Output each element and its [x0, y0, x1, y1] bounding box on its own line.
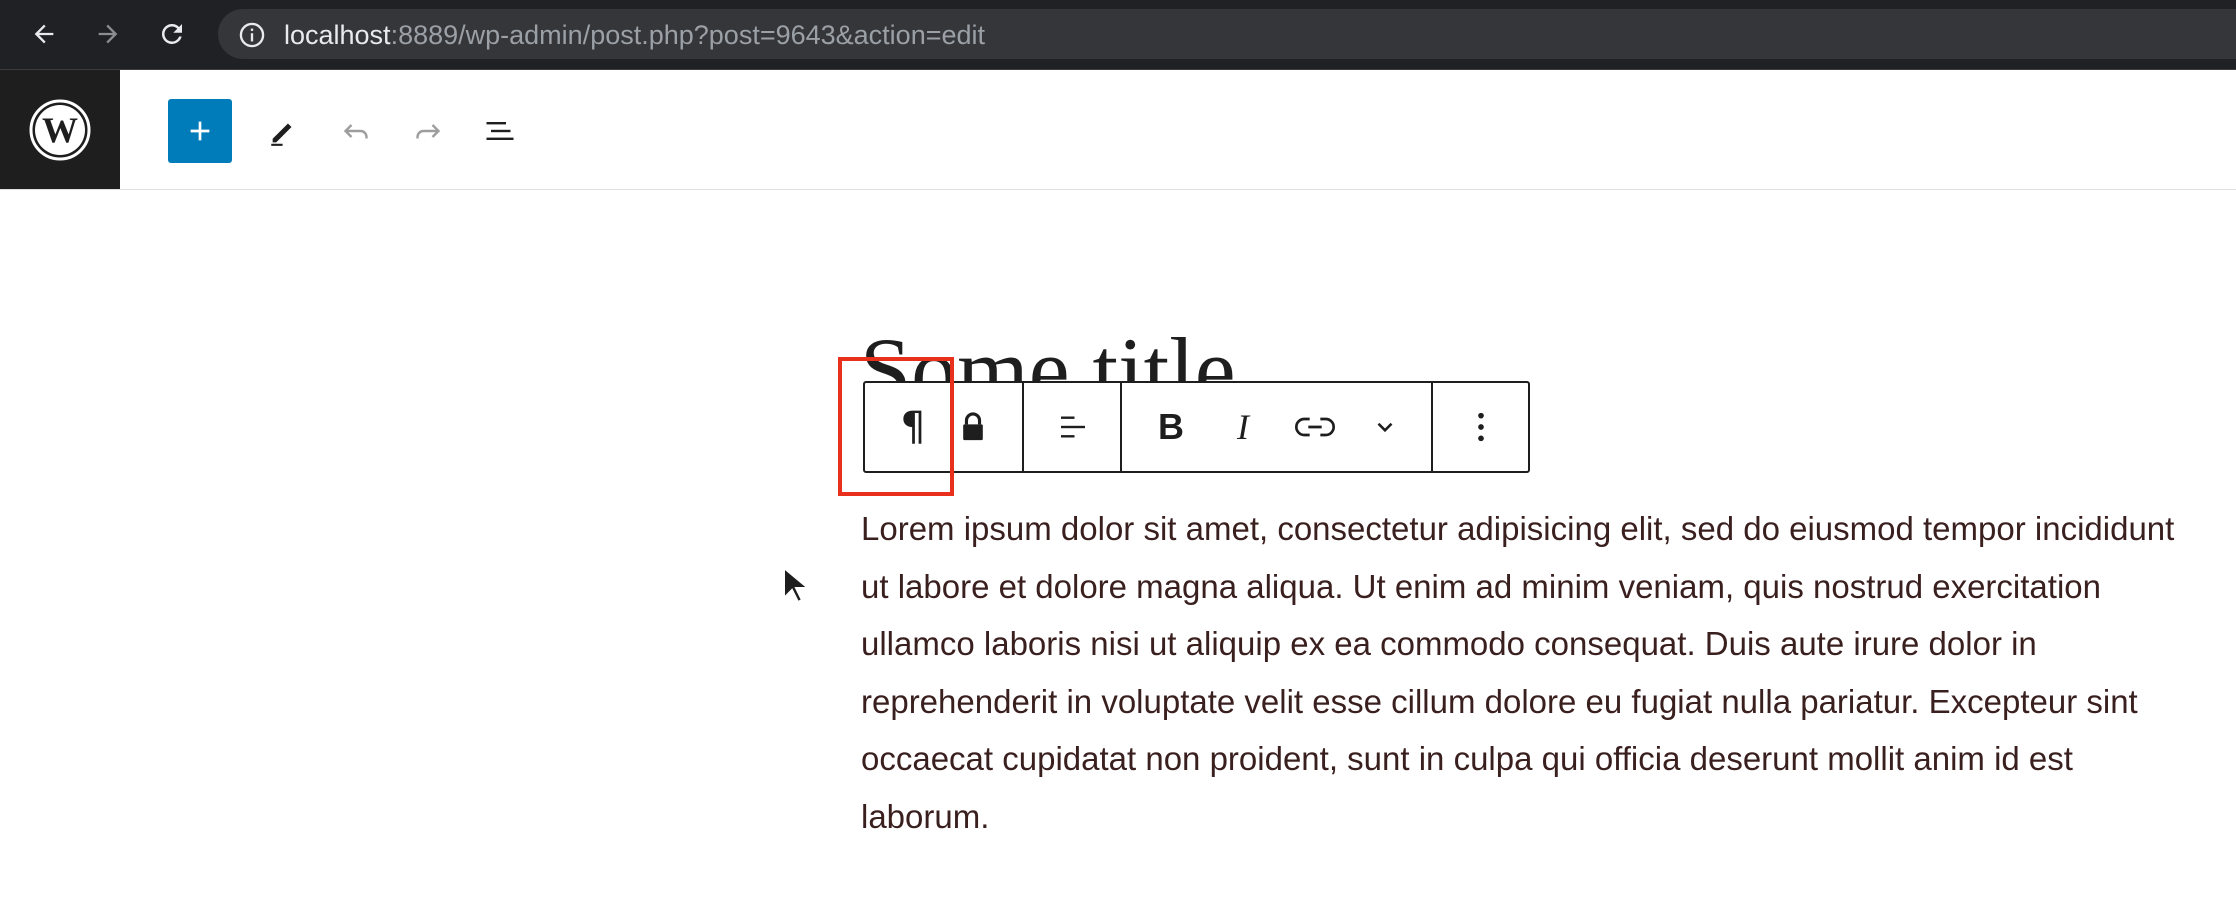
url-host: localhost — [284, 20, 391, 50]
lock-icon — [963, 412, 983, 441]
pilcrow-icon: ¶ — [900, 404, 926, 450]
wordpress-logo-icon: W — [29, 99, 91, 160]
reload-icon — [161, 23, 182, 44]
options-button[interactable] — [1451, 397, 1511, 457]
redo-button[interactable] — [396, 99, 460, 163]
url-text: localhost:8889/wp-admin/post.php?post=96… — [284, 21, 985, 49]
bold-icon: B — [1158, 406, 1184, 447]
more-vertical-icon — [1478, 412, 1484, 442]
forward-arrow-icon — [98, 24, 118, 44]
info-icon[interactable] — [238, 21, 266, 54]
mouse-cursor-icon — [783, 566, 810, 604]
list-view-icon — [486, 122, 514, 140]
url-path: :8889/wp-admin/post.php?post=9643&action… — [390, 20, 986, 50]
list-view-button[interactable] — [468, 99, 532, 163]
undo-button[interactable] — [324, 99, 388, 163]
link-icon — [1295, 417, 1335, 437]
wordpress-logo-button[interactable]: W — [0, 70, 120, 189]
align-button[interactable] — [1043, 397, 1103, 457]
back-button[interactable] — [22, 12, 66, 56]
forward-button[interactable] — [86, 12, 130, 56]
svg-text:W: W — [42, 110, 78, 150]
address-bar[interactable]: localhost:8889/wp-admin/post.php?post=96… — [218, 9, 2236, 59]
toolbar-divider — [1120, 383, 1122, 471]
block-type-button[interactable]: ¶ — [883, 397, 943, 457]
back-arrow-icon — [34, 24, 54, 44]
lock-button[interactable] — [943, 397, 1003, 457]
plus-icon — [190, 121, 210, 141]
toolbar-divider — [1022, 383, 1024, 471]
tools-button[interactable] — [252, 99, 316, 163]
paragraph-block[interactable]: Lorem ipsum dolor sit amet, consectetur … — [861, 500, 2201, 846]
add-block-button[interactable] — [168, 99, 232, 163]
bold-button[interactable]: B — [1141, 397, 1201, 457]
redo-icon — [416, 124, 441, 139]
pencil-icon — [271, 123, 292, 146]
toolbar-divider — [1431, 383, 1433, 471]
more-rich-text-button[interactable] — [1355, 397, 1415, 457]
undo-icon — [343, 124, 368, 139]
align-left-icon — [1061, 416, 1085, 438]
reload-button[interactable] — [150, 12, 194, 56]
link-button[interactable] — [1285, 397, 1345, 457]
editor-header: W — [0, 70, 2236, 190]
browser-bar: localhost:8889/wp-admin/post.php?post=96… — [0, 0, 2236, 70]
block-toolbar: ¶ B I — [863, 381, 1530, 473]
chevron-down-icon — [1377, 422, 1393, 433]
italic-button[interactable]: I — [1213, 397, 1273, 457]
italic-icon: I — [1237, 407, 1249, 447]
